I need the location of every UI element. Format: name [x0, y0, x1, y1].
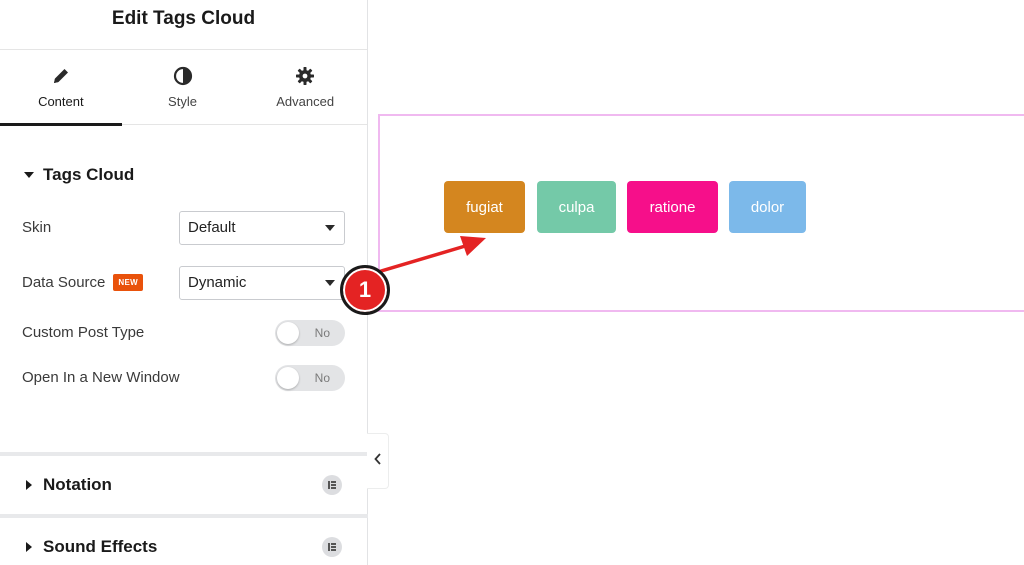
- new-badge: NEW: [113, 274, 143, 291]
- tag-culpa[interactable]: culpa: [537, 181, 616, 233]
- custom-post-type-row: Custom Post Type No: [22, 310, 345, 355]
- tab-advanced[interactable]: Advanced: [243, 50, 367, 125]
- tab-content[interactable]: Content: [0, 50, 122, 126]
- data-source-select-value: Dynamic: [188, 274, 247, 291]
- panel-header: Edit Tags Cloud: [0, 0, 367, 50]
- gear-icon: [295, 66, 315, 86]
- elementskit-icon: [322, 475, 342, 495]
- step-number: 1: [358, 277, 372, 302]
- toggle-state-text: No: [314, 325, 330, 340]
- notation-section[interactable]: Notation: [0, 452, 368, 514]
- tab-advanced-label: Advanced: [276, 94, 335, 109]
- tag-label: ratione: [649, 198, 696, 216]
- tag-label: fugiat: [466, 198, 503, 216]
- tags-cloud-section-toggle[interactable]: Tags Cloud: [22, 150, 345, 200]
- panel-collapse-button[interactable]: [367, 433, 389, 489]
- elementskit-icon: [322, 537, 342, 557]
- notation-title: Notation: [43, 475, 112, 494]
- half-circle-icon: [173, 66, 193, 86]
- panel-tabs: Content Style Advanced: [0, 50, 367, 126]
- panel-title: Edit Tags Cloud: [111, 7, 256, 29]
- tag-label: culpa: [558, 198, 595, 216]
- data-source-label: Data Source NEW: [22, 274, 143, 291]
- section-title: Tags Cloud: [43, 165, 135, 184]
- open-new-window-label: Open In a New Window: [22, 369, 180, 386]
- sound-effects-section[interactable]: Sound Effects: [0, 514, 368, 565]
- step-number-badge: 1: [340, 265, 390, 315]
- custom-post-type-label: Custom Post Type: [22, 324, 145, 341]
- tag-label: dolor: [750, 198, 785, 216]
- caret-right-icon: [26, 542, 32, 552]
- caret-right-icon: [26, 480, 32, 490]
- toggle-state-text: No: [314, 370, 330, 385]
- pencil-icon: [51, 66, 71, 86]
- toggle-knob: [277, 321, 299, 344]
- skin-select-value: Default: [188, 219, 236, 236]
- data-source-select[interactable]: Dynamic: [179, 265, 345, 300]
- tags-cloud-section: Tags Cloud Skin Default Data Source NEW …: [0, 150, 367, 400]
- data-source-row: Data Source NEW Dynamic: [22, 255, 345, 310]
- tab-style[interactable]: Style: [122, 50, 244, 125]
- caret-down-icon: [24, 172, 34, 178]
- skin-select[interactable]: Default: [179, 210, 345, 245]
- custom-post-type-toggle[interactable]: No: [275, 319, 345, 346]
- editor-panel: Edit Tags Cloud Content Style Advanced T…: [0, 0, 368, 565]
- toggle-knob: [277, 366, 299, 389]
- tab-style-label: Style: [168, 94, 197, 109]
- chevron-left-icon: [373, 452, 382, 470]
- tag-dolor[interactable]: dolor: [729, 181, 806, 233]
- sound-effects-title: Sound Effects: [43, 537, 158, 556]
- tag-ratione[interactable]: ratione: [627, 181, 718, 233]
- skin-row: Skin Default: [22, 200, 345, 255]
- open-new-window-toggle[interactable]: No: [275, 364, 345, 391]
- tag-fugiat[interactable]: fugiat: [444, 181, 525, 233]
- open-new-window-row: Open In a New Window No: [22, 355, 345, 400]
- chevron-down-icon: [325, 279, 335, 286]
- chevron-down-icon: [325, 224, 335, 231]
- tab-content-label: Content: [38, 94, 84, 109]
- skin-label: Skin: [22, 219, 52, 236]
